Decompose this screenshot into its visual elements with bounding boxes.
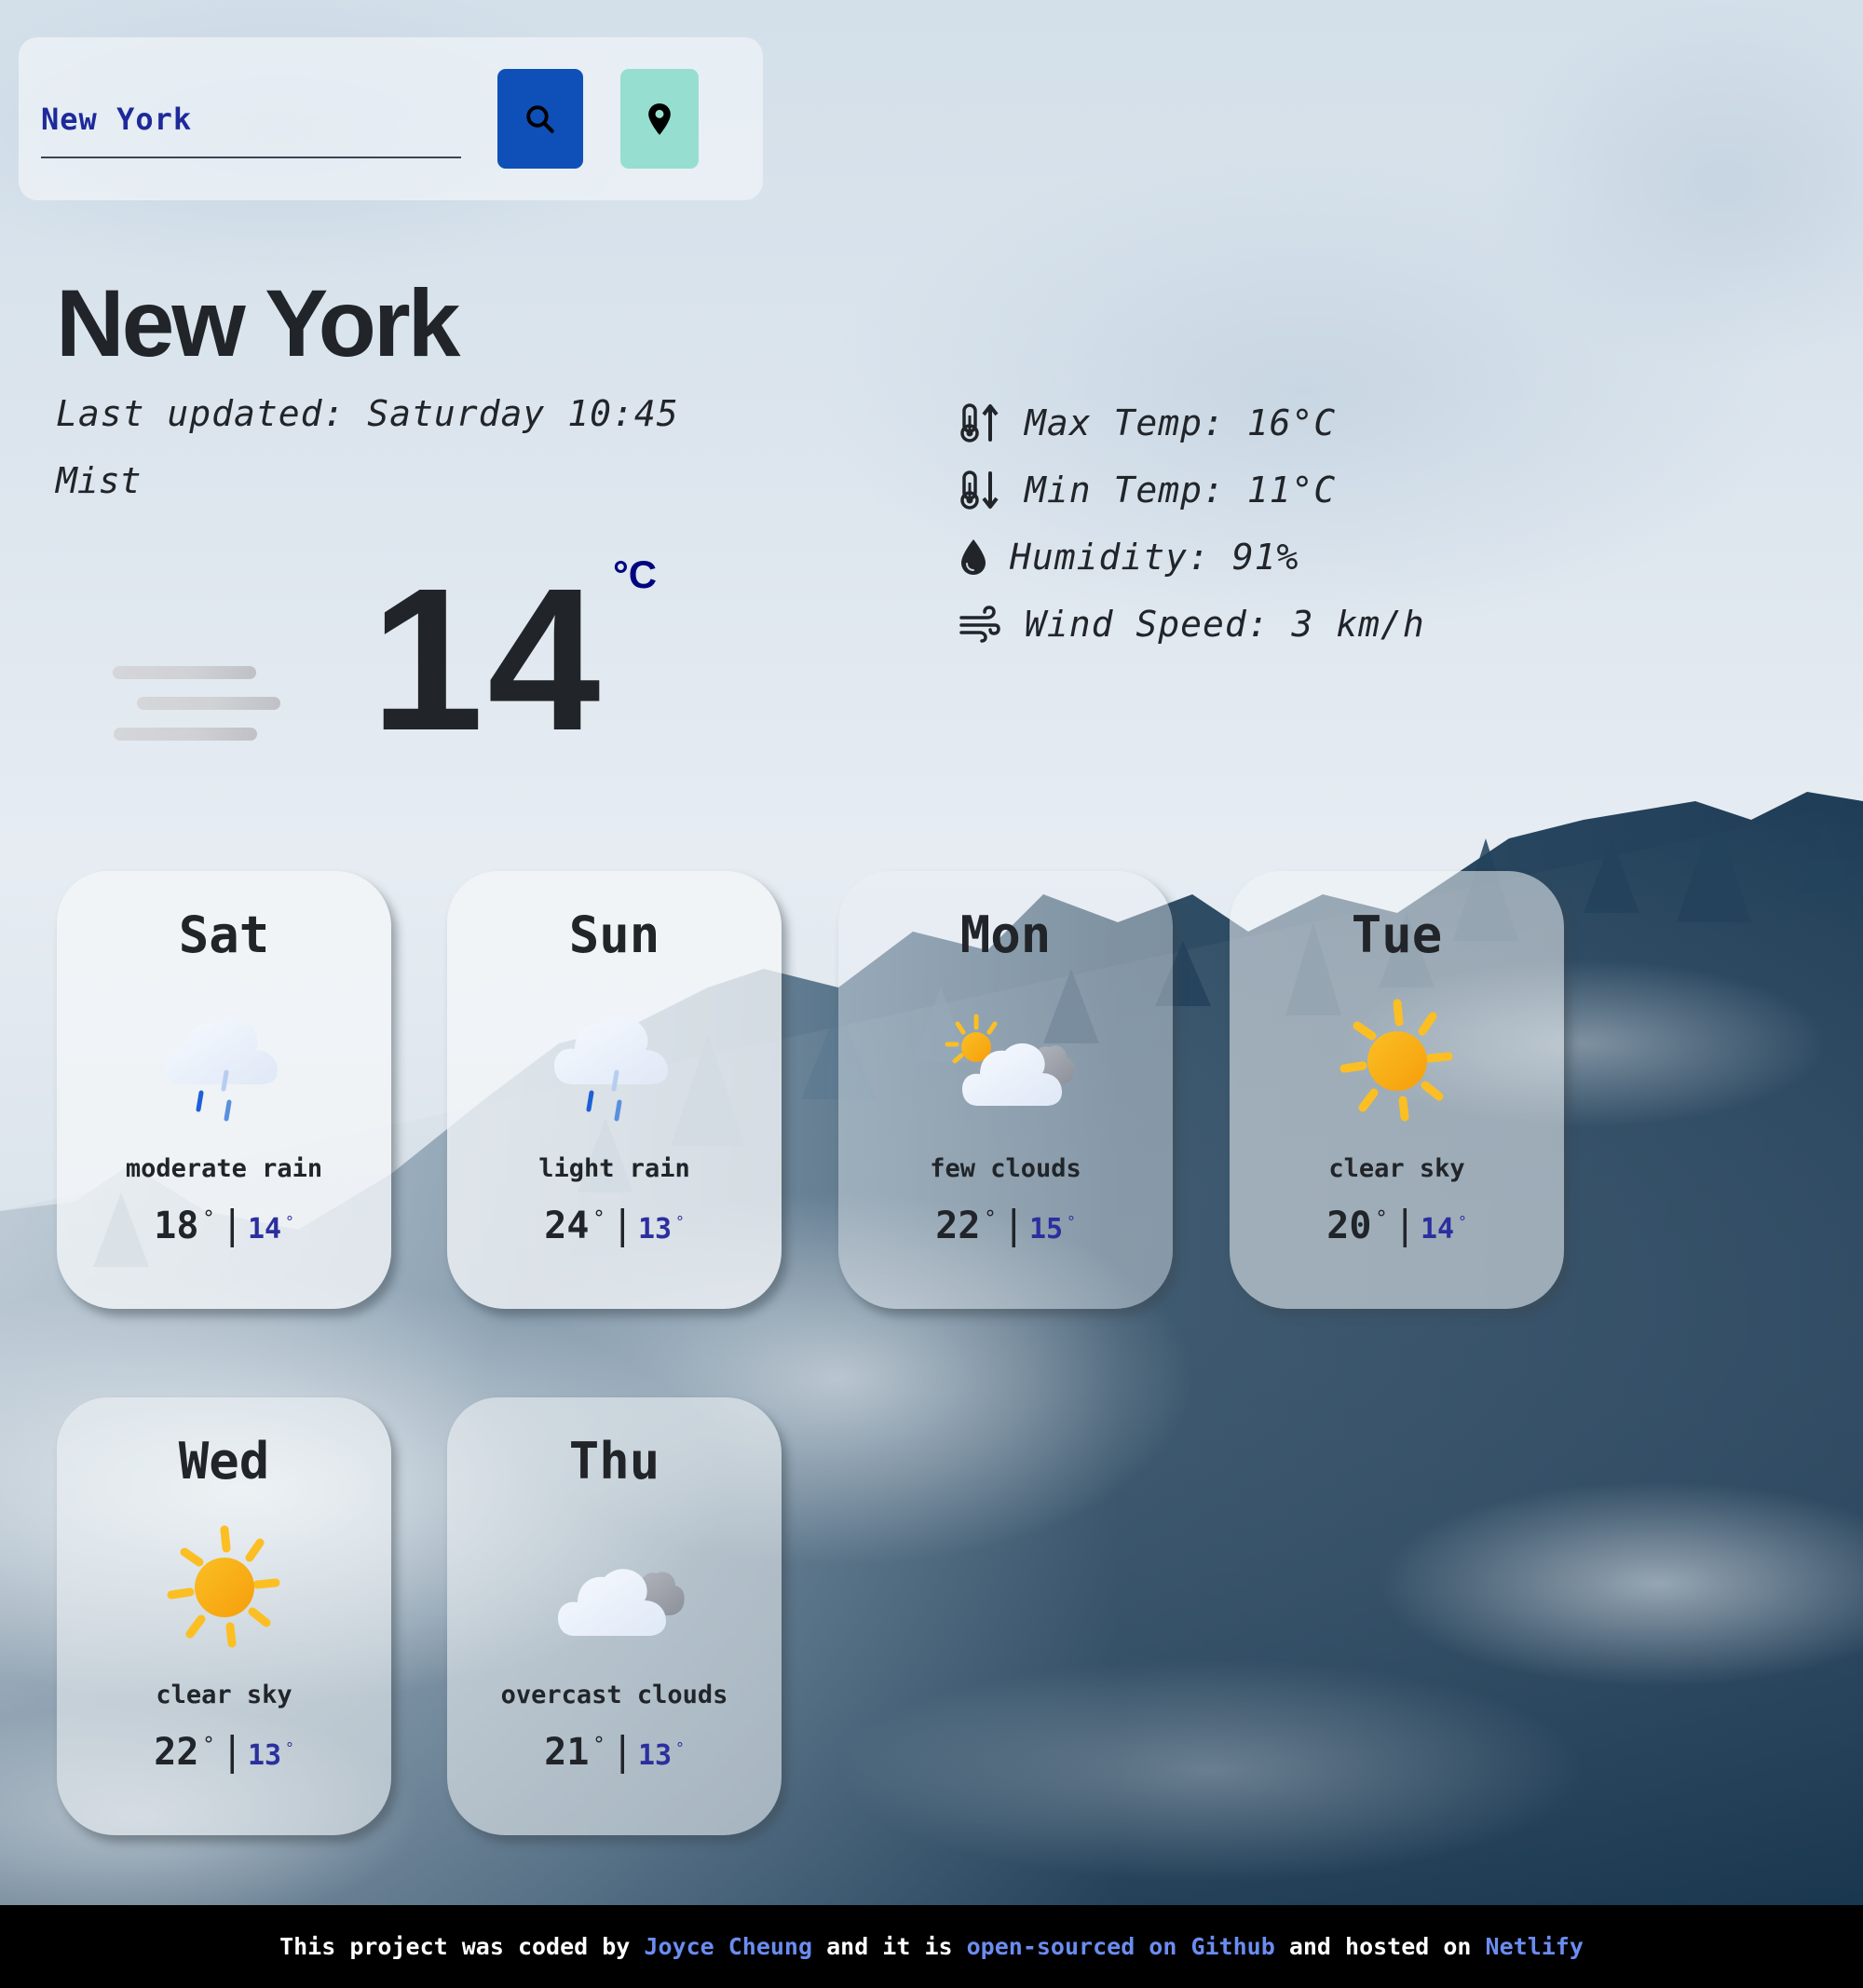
forecast-max: 18 (154, 1205, 199, 1247)
forecast-description: light rain (538, 1154, 690, 1183)
forecast-max: 22 (935, 1205, 981, 1247)
degree-symbol: ° (1375, 1207, 1388, 1231)
weather-description: Mist (56, 460, 142, 501)
degree-symbol: ° (592, 1207, 605, 1231)
stat-min-temp: Min Temp: 11°C (959, 456, 1425, 524)
thermometer-down-icon (960, 470, 999, 510)
forecast-min: 13 (637, 1739, 673, 1772)
separator: | (220, 1202, 244, 1247)
city-search-input[interactable] (41, 93, 461, 158)
stat-humidity: Humidity: 91% (959, 524, 1425, 591)
forecast-card: Tue clear sky 20 ° | 14 ° (1230, 871, 1564, 1309)
forecast-day: Sat (178, 905, 270, 964)
sun-icon (145, 1522, 304, 1662)
forecast-temps: 22 ° | 13 ° (154, 1728, 294, 1774)
rain-cloud-icon (536, 996, 694, 1136)
stat-max-temp-label: Max Temp: 16°C (1025, 402, 1337, 443)
separator: | (220, 1728, 244, 1774)
thermometer-up-icon (960, 403, 999, 443)
water-drop-icon (961, 539, 986, 575)
weather-stats: Max Temp: 16°C Min Temp: 11°C Humidity: … (959, 389, 1425, 658)
forecast-description: moderate rain (125, 1154, 323, 1183)
overcast-clouds-icon (536, 1522, 694, 1662)
forecast-description: few clouds (930, 1154, 1081, 1183)
forecast-day: Tue (1351, 905, 1443, 964)
wind-icon (959, 606, 1000, 643)
forecast-min: 14 (1420, 1213, 1455, 1246)
forecast-max: 21 (544, 1731, 590, 1774)
footer: This project was coded by Joyce Cheung a… (0, 1905, 1863, 1988)
search-button[interactable] (497, 69, 583, 169)
stat-wind-speed-label: Wind Speed: 3 km/h (1025, 604, 1425, 645)
degree-symbol: ° (675, 1213, 685, 1231)
forecast-min: 14 (247, 1213, 282, 1246)
degree-symbol: ° (285, 1739, 294, 1757)
degree-symbol: ° (1067, 1213, 1076, 1231)
forecast-temps: 20 ° | 14 ° (1326, 1202, 1467, 1247)
degree-symbol: ° (1458, 1213, 1467, 1231)
github-link[interactable]: open-sourced on Github (967, 1933, 1275, 1960)
forecast-temps: 21 ° | 13 ° (544, 1728, 685, 1774)
last-updated: Last updated: Saturday 10:45 (56, 393, 679, 434)
forecast-description: clear sky (156, 1681, 292, 1709)
forecast-temps: 18 ° | 14 ° (154, 1202, 294, 1247)
forecast-day: Sun (568, 905, 660, 964)
sun-icon (1318, 996, 1476, 1136)
degree-symbol: ° (592, 1734, 605, 1757)
degree-symbol: ° (202, 1207, 215, 1231)
forecast-day: Wed (178, 1432, 270, 1491)
forecast-max: 24 (544, 1205, 590, 1247)
forecast-card: Wed clear sky 22 ° | 13 ° (57, 1397, 391, 1835)
temperature-unit: °C (613, 552, 658, 596)
stat-max-temp: Max Temp: 16°C (959, 389, 1425, 456)
degree-symbol: ° (675, 1739, 685, 1757)
sun-behind-clouds-icon (927, 996, 1085, 1136)
forecast-day: Thu (568, 1432, 660, 1491)
separator: | (610, 1202, 634, 1247)
forecast-min: 13 (637, 1213, 673, 1246)
forecast-max: 22 (154, 1731, 199, 1774)
separator: | (1393, 1202, 1417, 1247)
map-pin-icon (648, 102, 671, 135)
forecast-temps: 22 ° | 15 ° (935, 1202, 1076, 1247)
footer-text: This project was coded by (279, 1933, 645, 1960)
forecast-description: overcast clouds (500, 1681, 728, 1709)
forecast-card: Sun light rain 24 ° | 13 ° (447, 871, 782, 1309)
forecast-day: Mon (959, 905, 1052, 964)
search-panel (19, 37, 763, 200)
forecast-card: Thu overcast clouds 21 ° | 13 ° (447, 1397, 782, 1835)
city-title: New York (56, 270, 460, 376)
forecast-card: Mon few clouds 22 ° | 15 ° (838, 871, 1173, 1309)
separator: | (1001, 1202, 1026, 1247)
degree-symbol: ° (285, 1213, 294, 1231)
footer-text: and hosted on (1274, 1933, 1486, 1960)
footer-text: and it is (812, 1933, 967, 1960)
search-icon (526, 104, 554, 133)
degree-symbol: ° (202, 1734, 215, 1757)
author-link[interactable]: Joyce Cheung (644, 1933, 812, 1960)
forecast-min: 13 (247, 1739, 282, 1772)
stat-wind-speed: Wind Speed: 3 km/h (959, 591, 1425, 658)
netlify-link[interactable]: Netlify (1486, 1933, 1584, 1960)
mist-icon (113, 664, 282, 742)
stat-humidity-label: Humidity: 91% (1010, 537, 1299, 578)
forecast-max: 20 (1326, 1205, 1372, 1247)
separator: | (610, 1728, 634, 1774)
current-temperature: 14 (371, 547, 605, 773)
forecast-temps: 24 ° | 13 ° (544, 1202, 685, 1247)
degree-symbol: ° (984, 1207, 997, 1231)
current-location-button[interactable] (620, 69, 699, 169)
forecast-description: clear sky (1328, 1154, 1465, 1183)
forecast-card: Sat moderate rain 18 ° | 14 ° (57, 871, 391, 1309)
rain-cloud-icon (145, 996, 304, 1136)
forecast-min: 15 (1028, 1213, 1064, 1246)
stat-min-temp-label: Min Temp: 11°C (1025, 470, 1337, 511)
